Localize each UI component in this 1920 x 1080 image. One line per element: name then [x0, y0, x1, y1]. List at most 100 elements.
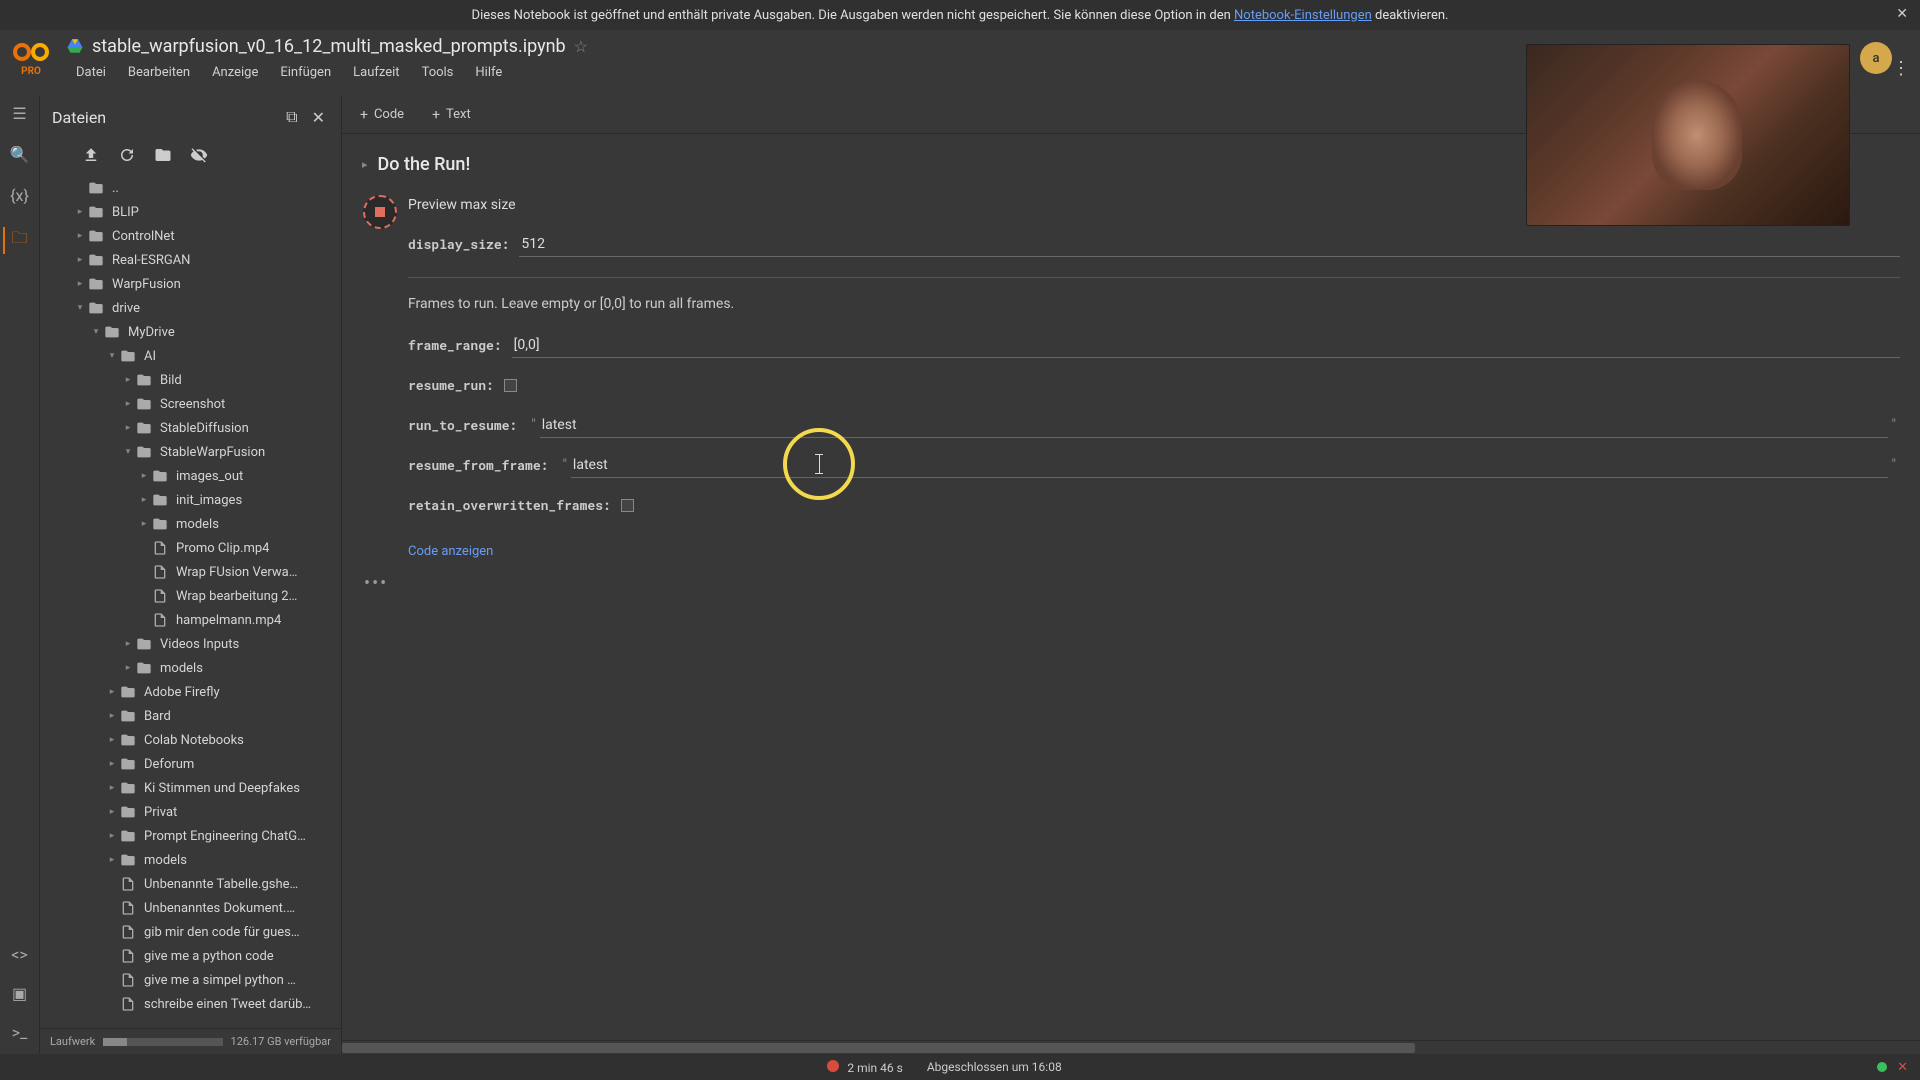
- expander-icon[interactable]: ▸: [120, 399, 136, 409]
- file-item[interactable]: Promo Clip.mp4: [48, 536, 337, 560]
- file-tree[interactable]: ..▸BLIP▸ControlNet▸Real-ESRGAN▸WarpFusio…: [40, 174, 341, 1028]
- expander-icon[interactable]: ▸: [72, 255, 88, 265]
- scrollbar-thumb[interactable]: [342, 1043, 1415, 1053]
- folder-item[interactable]: ▸Prompt Engineering ChatG…: [48, 824, 337, 848]
- file-item[interactable]: gib mir den code für gues…: [48, 920, 337, 944]
- folder-item[interactable]: ▾AI: [48, 344, 337, 368]
- horizontal-scrollbar[interactable]: [342, 1040, 1920, 1054]
- files-icon[interactable]: 🗀: [3, 227, 27, 254]
- expander-icon[interactable]: ▾: [120, 447, 136, 457]
- file-item[interactable]: Unbenannte Tabelle.gshe…: [48, 872, 337, 896]
- expander-icon[interactable]: ▸: [104, 687, 120, 697]
- shell-icon[interactable]: >_: [12, 1023, 28, 1042]
- file-item[interactable]: give me a python code: [48, 944, 337, 968]
- folder-item[interactable]: ▸init_images: [48, 488, 337, 512]
- expander-icon[interactable]: ▾: [104, 351, 120, 361]
- resume-run-checkbox[interactable]: [504, 379, 517, 392]
- folder-item[interactable]: ▸Privat: [48, 800, 337, 824]
- menu-laufzeit[interactable]: Laufzeit: [343, 61, 409, 84]
- expander-icon[interactable]: ▸: [104, 783, 120, 793]
- chevron-right-icon[interactable]: ▸: [362, 158, 368, 171]
- folder-item[interactable]: ▸Adobe Firefly: [48, 680, 337, 704]
- expander-icon[interactable]: ▸: [120, 639, 136, 649]
- file-item[interactable]: hampelmann.mp4: [48, 608, 337, 632]
- notebook-area[interactable]: ▸ Do the Run! Preview max size display_s…: [342, 134, 1920, 1040]
- expander-icon[interactable]: ▸: [120, 375, 136, 385]
- folder-item[interactable]: ▸models: [48, 656, 337, 680]
- mount-drive-icon[interactable]: [154, 146, 172, 164]
- hidden-icon[interactable]: [190, 146, 208, 164]
- menu-tools[interactable]: Tools: [412, 61, 464, 84]
- expander-icon[interactable]: ▸: [72, 231, 88, 241]
- menu-anzeige[interactable]: Anzeige: [202, 61, 268, 84]
- expander-icon[interactable]: ▸: [104, 855, 120, 865]
- folder-item[interactable]: ▸images_out: [48, 464, 337, 488]
- terminal-icon[interactable]: ▣: [12, 984, 27, 1003]
- add-code-button[interactable]: +Code: [354, 103, 410, 127]
- notebook-title[interactable]: stable_warpfusion_v0_16_12_multi_masked_…: [92, 36, 566, 57]
- folder-item[interactable]: ▸models: [48, 848, 337, 872]
- folder-item[interactable]: ▾drive: [48, 296, 337, 320]
- menu-hilfe[interactable]: Hilfe: [465, 61, 512, 84]
- avatar[interactable]: a: [1860, 42, 1892, 74]
- add-text-button[interactable]: +Text: [426, 103, 477, 127]
- expander-icon[interactable]: ▸: [72, 207, 88, 217]
- expander-icon[interactable]: ▸: [120, 423, 136, 433]
- new-window-icon[interactable]: ⧉: [282, 103, 301, 131]
- code-icon[interactable]: <>: [11, 945, 28, 964]
- folder-item[interactable]: ▸Bild: [48, 368, 337, 392]
- expander-icon[interactable]: ▸: [104, 735, 120, 745]
- file-item[interactable]: Wrap bearbeitung 2…: [48, 584, 337, 608]
- file-item[interactable]: ..: [48, 176, 337, 200]
- folder-item[interactable]: ▸Deforum: [48, 752, 337, 776]
- resume-from-frame-input[interactable]: [571, 453, 1888, 478]
- folder-item[interactable]: ▸Videos Inputs: [48, 632, 337, 656]
- folder-item[interactable]: ▸Colab Notebooks: [48, 728, 337, 752]
- folder-item[interactable]: ▸models: [48, 512, 337, 536]
- run-to-resume-input[interactable]: [540, 413, 1888, 438]
- folder-item[interactable]: ▸Ki Stimmen und Deepfakes: [48, 776, 337, 800]
- close-icon[interactable]: ✕: [1896, 6, 1908, 22]
- folder-item[interactable]: ▸Screenshot: [48, 392, 337, 416]
- close-icon[interactable]: ✕: [308, 104, 329, 131]
- display-size-input[interactable]: [519, 232, 1900, 257]
- file-item[interactable]: schreibe einen Tweet darüb…: [48, 992, 337, 1016]
- upload-icon[interactable]: [82, 146, 100, 164]
- folder-item[interactable]: ▸BLIP: [48, 200, 337, 224]
- expander-icon[interactable]: ▸: [136, 471, 152, 481]
- menu-einfügen[interactable]: Einfügen: [270, 61, 341, 84]
- expander-icon[interactable]: ▸: [120, 663, 136, 673]
- file-item[interactable]: Unbenanntes Dokument.…: [48, 896, 337, 920]
- menu-icon[interactable]: ☰: [12, 104, 26, 123]
- search-icon[interactable]: 🔍: [10, 145, 30, 164]
- show-code-link[interactable]: Code anzeigen: [408, 544, 493, 559]
- folder-item[interactable]: ▸Bard: [48, 704, 337, 728]
- retain-checkbox[interactable]: [621, 499, 634, 512]
- expander-icon[interactable]: ▸: [104, 711, 120, 721]
- frame-range-input[interactable]: [512, 333, 1900, 358]
- expander-icon[interactable]: ▸: [72, 279, 88, 289]
- variables-icon[interactable]: {x}: [10, 186, 29, 205]
- more-vert-icon[interactable]: ⋮: [1892, 58, 1910, 79]
- expander-icon[interactable]: ▾: [72, 303, 88, 313]
- menu-datei[interactable]: Datei: [66, 61, 116, 84]
- close-icon[interactable]: ✕: [1897, 1060, 1908, 1075]
- folder-item[interactable]: ▸ControlNet: [48, 224, 337, 248]
- expander-icon[interactable]: ▸: [104, 831, 120, 841]
- run-button[interactable]: [363, 195, 397, 229]
- banner-link[interactable]: Notebook-Einstellungen: [1234, 8, 1372, 23]
- folder-item[interactable]: ▸WarpFusion: [48, 272, 337, 296]
- expander-icon[interactable]: ▸: [136, 495, 152, 505]
- folder-item[interactable]: ▾StableWarpFusion: [48, 440, 337, 464]
- colab-logo[interactable]: PRO: [10, 40, 52, 82]
- folder-item[interactable]: ▾MyDrive: [48, 320, 337, 344]
- file-item[interactable]: Wrap FUsion Verwa…: [48, 560, 337, 584]
- folder-item[interactable]: ▸StableDiffusion: [48, 416, 337, 440]
- star-icon[interactable]: ☆: [574, 37, 588, 56]
- expander-icon[interactable]: ▸: [104, 807, 120, 817]
- expander-icon[interactable]: ▾: [88, 327, 104, 337]
- expander-icon[interactable]: ▸: [104, 759, 120, 769]
- file-item[interactable]: give me a simpel python …: [48, 968, 337, 992]
- expander-icon[interactable]: ▸: [136, 519, 152, 529]
- cell-more-icon[interactable]: •••: [364, 573, 1920, 594]
